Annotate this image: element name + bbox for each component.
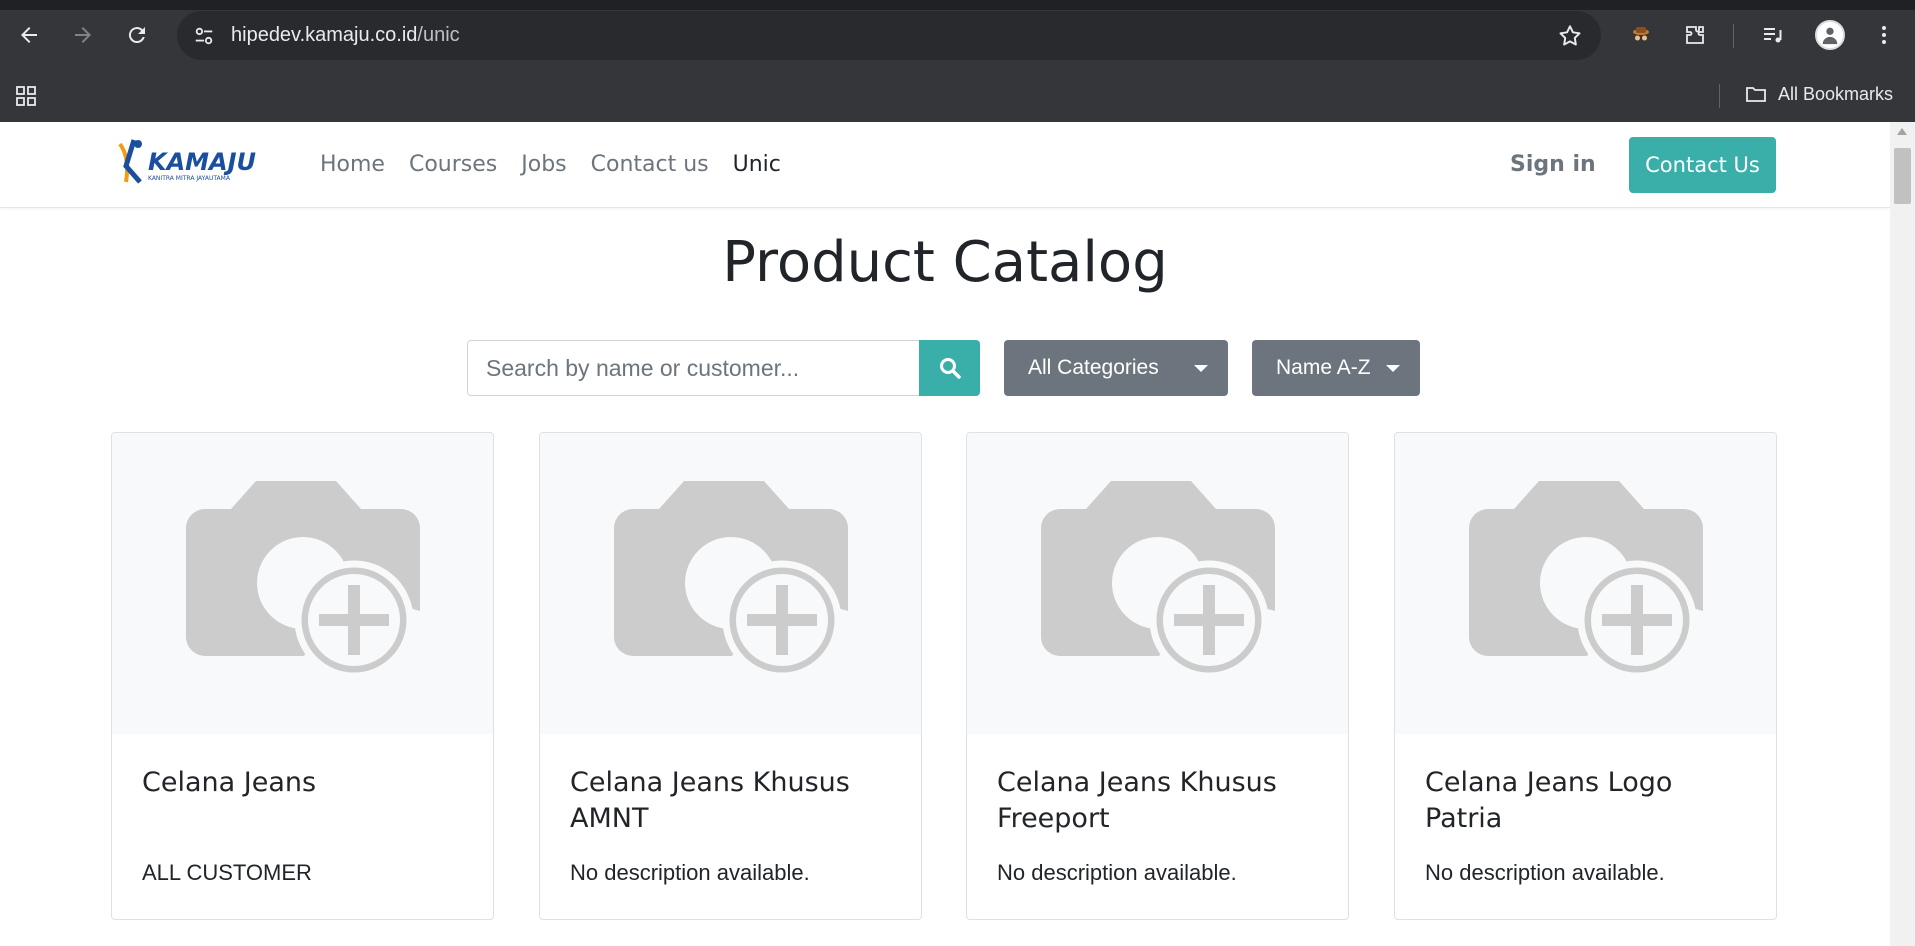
add-photo-camera-icon <box>1468 480 1703 679</box>
product-description: No description available. <box>570 860 810 885</box>
bookmark-star-icon[interactable] <box>1557 23 1583 49</box>
apps-grid-icon[interactable] <box>8 78 44 114</box>
extension-incognito-icon[interactable] <box>1623 17 1659 53</box>
reload-icon[interactable] <box>119 17 155 53</box>
search-input[interactable] <box>467 340 920 396</box>
page-title: Product Catalog <box>722 230 1168 295</box>
scrollbar-thumb[interactable] <box>1894 148 1911 204</box>
product-card[interactable]: Celana Jeans Khusus Freeport No descript… <box>966 432 1349 920</box>
category-dropdown-label: All Categories <box>1028 356 1159 379</box>
address-bar[interactable]: hipedev.kamaju.co.id/unic <box>177 11 1601 60</box>
url-path: /unic <box>417 24 460 46</box>
add-photo-camera-icon <box>1040 480 1275 679</box>
scroll-up-arrow-icon[interactable] <box>1897 128 1907 135</box>
nav-unic[interactable]: Unic <box>733 152 781 177</box>
folder-icon <box>1746 87 1766 102</box>
kamaju-logo[interactable]: KAMAJU KANITRA MITRA JAYAUTAMA <box>116 136 266 192</box>
nav-courses[interactable]: Courses <box>409 152 497 177</box>
sort-dropdown[interactable]: Name A-Z <box>1252 340 1420 396</box>
bookmarks-divider <box>1719 84 1720 108</box>
product-card[interactable]: Celana Jeans ALL CUSTOMER <box>111 432 494 920</box>
add-photo-camera-icon <box>613 480 848 679</box>
logo-tagline: KANITRA MITRA JAYAUTAMA <box>148 175 231 182</box>
bookmarks-bar: All Bookmarks <box>0 70 1915 122</box>
product-name: Celana Jeans Logo Patria <box>1425 767 1673 834</box>
profile-avatar[interactable] <box>1815 20 1845 50</box>
media-control-icon[interactable] <box>1755 17 1791 53</box>
all-bookmarks-label: All Bookmarks <box>1777 83 1893 104</box>
site-info-icon[interactable] <box>191 23 217 49</box>
forward-arrow-icon[interactable] <box>65 17 101 53</box>
nav-home[interactable]: Home <box>320 152 385 177</box>
chevron-down-icon <box>1386 365 1400 372</box>
url-domain: hipedev.kamaju.co.id <box>231 24 418 46</box>
product-description: ALL CUSTOMER <box>142 860 312 885</box>
toolbar-divider <box>1733 24 1734 48</box>
product-image-placeholder <box>540 433 921 734</box>
logo-text: KAMAJU <box>148 148 256 176</box>
main-nav: Home Courses Jobs Contact us Unic <box>320 152 781 177</box>
product-name: Celana Jeans Khusus AMNT <box>570 767 850 834</box>
sign-in-link[interactable]: Sign in <box>1510 152 1596 177</box>
back-arrow-icon[interactable] <box>11 17 47 53</box>
search-button[interactable] <box>919 340 980 396</box>
nav-contact-us[interactable]: Contact us <box>591 152 709 177</box>
kebab-menu-icon[interactable] <box>1866 17 1902 53</box>
product-description: No description available. <box>1425 860 1665 885</box>
product-card[interactable]: Celana Jeans Logo Patria No description … <box>1394 432 1777 920</box>
browser-chrome: hipedev.kamaju.co.id/unic All Bookmarks <box>0 0 1915 122</box>
category-dropdown[interactable]: All Categories <box>1004 340 1228 396</box>
product-name: Celana Jeans <box>142 767 317 798</box>
add-photo-camera-icon <box>185 480 420 679</box>
product-card[interactable]: Celana Jeans Khusus AMNT No description … <box>539 432 922 920</box>
chevron-down-icon <box>1194 365 1208 372</box>
all-bookmarks-button[interactable]: All Bookmarks <box>1744 82 1893 106</box>
product-image-placeholder <box>112 433 493 734</box>
contact-us-button[interactable]: Contact Us <box>1629 137 1776 193</box>
product-description: No description available. <box>997 860 1237 885</box>
sort-dropdown-label: Name A-Z <box>1276 356 1371 379</box>
site-header: KAMAJU KANITRA MITRA JAYAUTAMA Home Cour… <box>0 122 1890 208</box>
nav-jobs[interactable]: Jobs <box>521 152 566 177</box>
tab-strip <box>0 0 1915 10</box>
page-viewport: KAMAJU KANITRA MITRA JAYAUTAMA Home Cour… <box>0 122 1890 946</box>
extensions-puzzle-icon[interactable] <box>1677 17 1713 53</box>
product-image-placeholder <box>1395 433 1776 734</box>
url-text: hipedev.kamaju.co.id/unic <box>231 24 460 47</box>
product-image-placeholder <box>967 433 1348 734</box>
vertical-scrollbar[interactable] <box>1890 122 1915 946</box>
product-name: Celana Jeans Khusus Freeport <box>997 767 1277 834</box>
search-icon <box>939 358 961 379</box>
